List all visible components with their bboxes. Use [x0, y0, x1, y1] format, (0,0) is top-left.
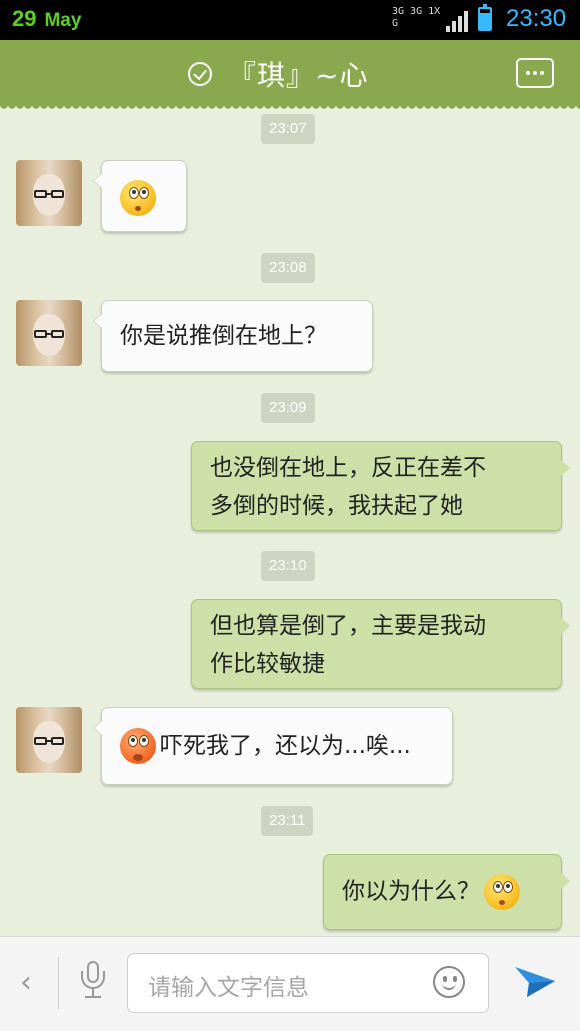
- smiley-icon[interactable]: [433, 966, 465, 998]
- message-input-bar: ‹ 请输入文字信息: [0, 936, 580, 1031]
- message-timestamp: 23:07: [261, 114, 315, 144]
- message-timestamp: 23:08: [261, 253, 315, 283]
- microphone-icon[interactable]: [80, 961, 106, 1001]
- send-icon[interactable]: [513, 961, 557, 1001]
- dizzy-emoji-icon: [120, 179, 156, 216]
- message-text-input[interactable]: 请输入文字信息: [127, 953, 489, 1013]
- divider: [58, 957, 59, 1009]
- checkmark-circle-icon[interactable]: [188, 62, 212, 86]
- shocked-emoji-icon: [120, 727, 156, 764]
- status-bar: 29 May 3G 3G 1X G 23:30: [0, 0, 580, 40]
- status-day: 29: [12, 6, 37, 31]
- contact-avatar[interactable]: [16, 707, 82, 773]
- outgoing-message-bubble[interactable]: 也没倒在地上，反正在差不 多倒的时候，我扶起了她: [191, 441, 570, 531]
- chat-message-list[interactable]: 23:07 23:08 你是说推倒在地上？ 23:09 也没倒在地上，反正在差不…: [0, 106, 580, 936]
- message-text-line: 也没倒在地上，反正在差不: [210, 455, 486, 481]
- chat-header: 『琪』~心: [0, 40, 580, 112]
- message-text: 你是说推倒在地上？: [120, 323, 327, 349]
- signal-strength-icon: [446, 10, 470, 32]
- network-type-indicator: 3G 3G 1X G: [392, 6, 441, 29]
- message-text-line: 但也算是倒了，主要是我动: [210, 613, 486, 639]
- status-month: May: [44, 10, 82, 31]
- message-text: 吓死我了，还以为...唉...: [160, 732, 411, 759]
- message-timestamp: 23:11: [261, 806, 314, 836]
- message-text: 你以为什么？: [342, 878, 480, 905]
- contact-avatar[interactable]: [16, 300, 82, 366]
- incoming-message-bubble[interactable]: 吓死我了，还以为...唉...: [93, 707, 453, 785]
- message-timestamp: 23:10: [261, 551, 315, 581]
- incoming-message-bubble[interactable]: 你是说推倒在地上？: [93, 300, 373, 372]
- message-text-line: 作比较敏捷: [210, 651, 325, 677]
- input-placeholder: 请输入文字信息: [148, 975, 309, 1001]
- outgoing-message-bubble[interactable]: 你以为什么？: [323, 854, 570, 930]
- chevron-left-icon[interactable]: ‹: [20, 965, 32, 1000]
- contact-avatar[interactable]: [16, 160, 82, 226]
- message-timestamp: 23:09: [261, 393, 315, 423]
- message-text-line: 多倒的时候，我扶起了她: [210, 493, 463, 519]
- more-dots-icon[interactable]: [516, 58, 554, 88]
- outgoing-message-bubble[interactable]: 但也算是倒了，主要是我动 作比较敏捷: [191, 599, 570, 689]
- contact-name-title: 『琪』~心: [228, 59, 369, 92]
- status-date: 29 May: [12, 6, 81, 32]
- dizzy-emoji-icon: [484, 873, 520, 910]
- status-time: 23:30: [506, 5, 567, 32]
- incoming-message-bubble[interactable]: [93, 160, 187, 232]
- battery-icon: [478, 4, 492, 31]
